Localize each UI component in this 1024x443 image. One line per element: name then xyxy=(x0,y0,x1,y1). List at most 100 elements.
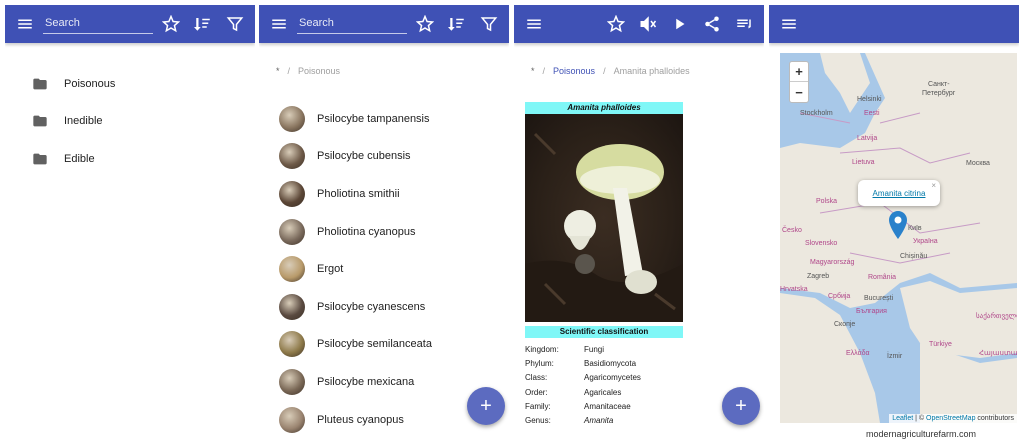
map-label: İzmir xyxy=(887,353,903,360)
avatar xyxy=(279,293,305,320)
folder-item-poisonous[interactable]: Poisonous xyxy=(5,65,255,103)
sort-icon[interactable] xyxy=(191,12,215,36)
attribution-separator: | © xyxy=(913,415,927,422)
table-row: Genus: Amanita xyxy=(525,413,683,427)
popup-species-link[interactable]: Amanita citrina xyxy=(873,189,926,198)
species-name: Psilocybe cyanescens xyxy=(317,300,426,313)
map-label: Stockholm xyxy=(800,110,833,117)
map-label: Zagreb xyxy=(807,273,830,280)
table-key: Phylum: xyxy=(525,358,554,368)
map-label: Lietuva xyxy=(852,159,875,166)
map-label: România xyxy=(868,274,897,281)
list-item[interactable]: Psilocybe cyanescens xyxy=(259,288,509,326)
table-key: Order: xyxy=(525,387,548,397)
map-label: Київ xyxy=(908,225,922,232)
species-name: Psilocybe mexicana xyxy=(317,375,415,388)
menu-icon[interactable] xyxy=(777,12,801,36)
table-key: Kingdom: xyxy=(525,344,559,354)
map-attribution: Leaflet | © OpenStreetMap contributors xyxy=(889,414,1017,423)
species-list: Psilocybe tampanensis Psilocybe cubensis… xyxy=(259,86,509,438)
avatar xyxy=(279,331,305,358)
filter-icon[interactable] xyxy=(477,12,501,36)
menu-icon[interactable] xyxy=(13,12,37,36)
map-label: Česko xyxy=(782,227,802,234)
folder-item-edible[interactable]: Edible xyxy=(5,140,255,178)
breadcrumb-home[interactable]: * xyxy=(276,66,280,76)
mute-icon[interactable] xyxy=(636,12,660,36)
watermark: modernagriculturefarm.com xyxy=(865,429,976,439)
avatar xyxy=(279,406,305,433)
app-bar xyxy=(514,5,764,43)
map-label: Україна xyxy=(913,238,938,245)
leaflet-link[interactable]: Leaflet xyxy=(892,415,913,422)
map-marker-icon[interactable] xyxy=(889,211,907,239)
map-label: Петербург xyxy=(922,90,956,97)
avatar xyxy=(279,143,305,170)
sort-icon[interactable] xyxy=(445,12,469,36)
table-value: Agaricales xyxy=(584,387,622,397)
menu-icon[interactable] xyxy=(522,12,546,36)
table-row: Family: Amanitaceae xyxy=(525,399,683,413)
map-label: Eesti xyxy=(864,110,880,117)
search-input[interactable] xyxy=(43,12,153,34)
species-name: Ergot xyxy=(317,263,344,276)
breadcrumb-separator: / xyxy=(542,66,546,76)
list-item[interactable]: Psilocybe semilanceata xyxy=(259,326,509,364)
species-name: Psilocybe semilanceata xyxy=(317,338,432,351)
map-label: Скопје xyxy=(834,321,856,328)
species-detail-screen: * / Poisonous / Amanita phalloides Amani… xyxy=(514,5,764,438)
star-icon[interactable] xyxy=(413,12,437,36)
species-photo xyxy=(525,114,683,322)
table-row: Order: Agaricales xyxy=(525,385,683,399)
map-label: Magyarország xyxy=(810,259,855,266)
infobox-title: Amanita phalloides xyxy=(525,102,683,114)
folder-label: Poisonous xyxy=(64,77,116,90)
classification-header: Scientific classification xyxy=(525,326,683,338)
map-view[interactable]: + − Санкт- Петербург Helsinki Stockholm … xyxy=(780,53,1017,423)
avatar xyxy=(279,218,305,245)
star-icon[interactable] xyxy=(604,12,628,36)
table-key: Genus: xyxy=(525,416,551,426)
map-label: საქართველო xyxy=(976,313,1017,320)
table-row: Class: Agaricomycetes xyxy=(525,371,683,385)
map-label: Москва xyxy=(966,160,990,167)
filter-icon[interactable] xyxy=(223,12,247,36)
list-item[interactable]: Psilocybe cubensis xyxy=(259,138,509,176)
search-input[interactable] xyxy=(297,12,407,34)
breadcrumb-home[interactable]: * xyxy=(531,66,535,76)
folders-screen: Poisonous Inedible Edible xyxy=(5,5,255,438)
table-row: Kingdom: Fungi xyxy=(525,342,683,356)
share-icon[interactable] xyxy=(700,12,724,36)
table-value: Agaricomycetes xyxy=(584,373,641,383)
map-label: България xyxy=(856,308,887,315)
zoom-out-button[interactable]: − xyxy=(790,82,808,102)
list-item[interactable]: Psilocybe tampanensis xyxy=(259,100,509,138)
breadcrumb-current: Poisonous xyxy=(298,66,341,76)
species-name: Pluteus cyanopus xyxy=(317,413,404,426)
add-button[interactable]: + xyxy=(467,387,505,425)
list-item[interactable]: Pholiotina smithii xyxy=(259,175,509,213)
playlist-icon[interactable] xyxy=(732,12,756,36)
list-item[interactable]: Ergot xyxy=(259,250,509,288)
breadcrumb-separator: / xyxy=(603,66,606,76)
map-label: Latvija xyxy=(857,135,878,142)
table-key: Class: xyxy=(525,373,548,383)
folder-item-inedible[interactable]: Inedible xyxy=(5,103,255,141)
app-bar xyxy=(769,5,1019,43)
star-icon[interactable] xyxy=(159,12,183,36)
folder-label: Inedible xyxy=(64,115,103,128)
attribution-suffix: contributors xyxy=(975,415,1014,422)
list-item[interactable]: Pholiotina cyanopus xyxy=(259,213,509,251)
play-icon[interactable] xyxy=(668,12,692,36)
zoom-in-button[interactable]: + xyxy=(790,62,808,82)
osm-link[interactable]: OpenStreetMap xyxy=(926,415,975,422)
table-value: Amanita xyxy=(584,416,614,426)
avatar xyxy=(279,105,305,132)
popup-close-icon[interactable]: × xyxy=(931,181,936,190)
breadcrumb-parent[interactable]: Poisonous xyxy=(553,66,595,76)
add-button[interactable]: + xyxy=(722,387,760,425)
folder-icon xyxy=(33,153,47,165)
menu-icon[interactable] xyxy=(267,12,291,36)
search-box xyxy=(43,12,153,36)
breadcrumb: * / Poisonous xyxy=(259,56,509,86)
